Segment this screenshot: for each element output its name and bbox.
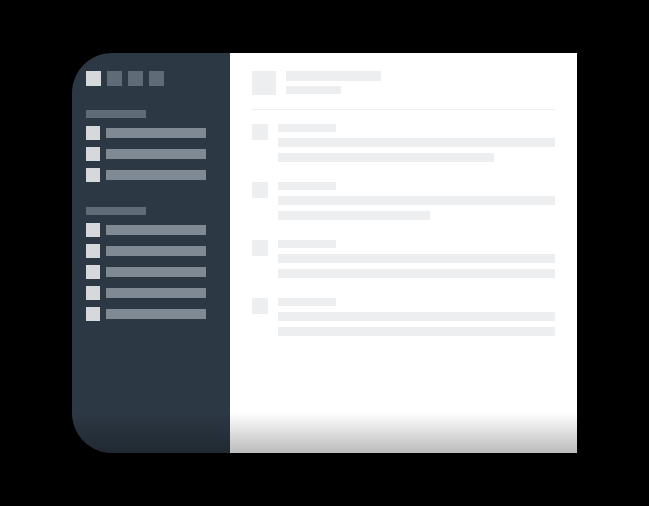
item-line bbox=[278, 211, 430, 220]
header-avatar bbox=[252, 71, 276, 95]
sidebar-top-nav bbox=[86, 71, 216, 86]
section-header-1 bbox=[86, 110, 146, 118]
item-line bbox=[278, 196, 555, 205]
nav-item[interactable] bbox=[86, 307, 216, 321]
nav-item-icon bbox=[86, 147, 100, 161]
section-header-2 bbox=[86, 207, 146, 215]
item-line bbox=[278, 254, 555, 263]
item-line bbox=[278, 269, 555, 278]
nav-item[interactable] bbox=[86, 244, 216, 258]
item-body bbox=[278, 240, 555, 278]
header-title bbox=[286, 71, 381, 81]
nav-item-icon bbox=[86, 168, 100, 182]
nav-item[interactable] bbox=[86, 126, 216, 140]
top-nav-icon-3[interactable] bbox=[149, 71, 164, 86]
nav-item-label bbox=[106, 149, 206, 159]
nav-item-icon bbox=[86, 223, 100, 237]
nav-item-label bbox=[106, 288, 206, 298]
list-item[interactable] bbox=[252, 298, 555, 336]
item-title bbox=[278, 182, 336, 190]
item-line bbox=[278, 138, 555, 147]
item-avatar bbox=[252, 124, 268, 140]
nav-item-icon bbox=[86, 265, 100, 279]
nav-item[interactable] bbox=[86, 286, 216, 300]
nav-item-label bbox=[106, 128, 206, 138]
app-window bbox=[72, 53, 577, 453]
content-header bbox=[252, 71, 555, 110]
item-title bbox=[278, 124, 336, 132]
nav-item-icon bbox=[86, 307, 100, 321]
nav-item-label bbox=[106, 170, 206, 180]
nav-item-label bbox=[106, 267, 206, 277]
nav-item-icon bbox=[86, 286, 100, 300]
nav-item-label bbox=[106, 225, 206, 235]
item-body bbox=[278, 182, 555, 220]
nav-item[interactable] bbox=[86, 168, 216, 182]
item-avatar bbox=[252, 240, 268, 256]
header-subtitle bbox=[286, 86, 341, 94]
list-item[interactable] bbox=[252, 124, 555, 162]
item-avatar bbox=[252, 182, 268, 198]
nav-item-icon bbox=[86, 244, 100, 258]
main-content bbox=[230, 53, 577, 453]
nav-item[interactable] bbox=[86, 223, 216, 237]
list-item[interactable] bbox=[252, 240, 555, 278]
item-body bbox=[278, 124, 555, 162]
nav-item[interactable] bbox=[86, 265, 216, 279]
nav-item-label bbox=[106, 309, 206, 319]
nav-item-label bbox=[106, 246, 206, 256]
item-line bbox=[278, 153, 494, 162]
item-body bbox=[278, 298, 555, 336]
item-line bbox=[278, 327, 555, 336]
nav-item-icon bbox=[86, 126, 100, 140]
item-line bbox=[278, 312, 555, 321]
list-item[interactable] bbox=[252, 182, 555, 220]
app-icon[interactable] bbox=[86, 71, 101, 86]
top-nav-icon-2[interactable] bbox=[128, 71, 143, 86]
item-title bbox=[278, 298, 336, 306]
header-text bbox=[286, 71, 381, 95]
nav-item[interactable] bbox=[86, 147, 216, 161]
sidebar bbox=[72, 53, 230, 453]
item-title bbox=[278, 240, 336, 248]
item-avatar bbox=[252, 298, 268, 314]
top-nav-icon-1[interactable] bbox=[107, 71, 122, 86]
